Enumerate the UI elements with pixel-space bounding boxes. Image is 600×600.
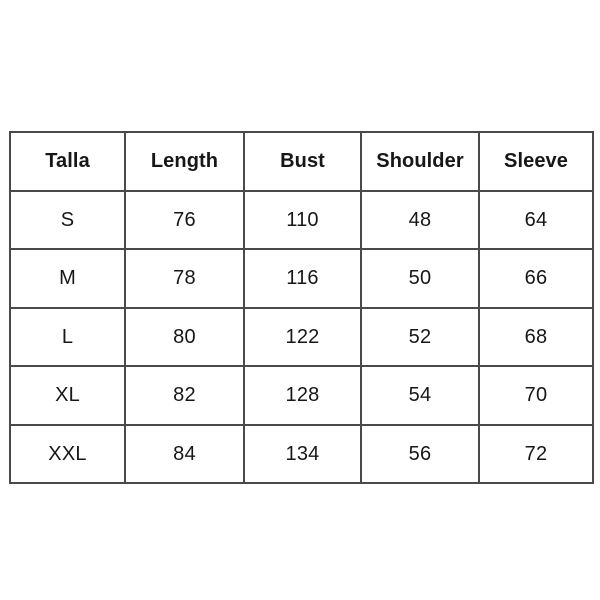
cell-bust: 122 [243, 306, 362, 367]
cell-sleeve: 66 [478, 248, 594, 309]
table-body: S 76 110 48 64 M 78 116 50 66 L 80 122 5… [9, 189, 594, 484]
cell-length: 80 [124, 306, 245, 367]
cell-sleeve: 64 [478, 189, 594, 250]
cell-bust: 110 [243, 189, 362, 250]
cell-length: 82 [124, 365, 245, 426]
cell-shoulder: 52 [360, 306, 480, 367]
column-header-bust: Bust [243, 131, 362, 192]
cell-shoulder: 50 [360, 248, 480, 309]
column-header-shoulder: Shoulder [360, 131, 480, 192]
cell-shoulder: 54 [360, 365, 480, 426]
cell-length: 78 [124, 248, 245, 309]
cell-size: XL [9, 365, 126, 426]
table-row: M 78 116 50 66 [9, 248, 594, 309]
column-header-sleeve: Sleeve [478, 131, 594, 192]
cell-bust: 134 [243, 423, 362, 484]
column-header-talla: Talla [9, 131, 126, 192]
cell-size: XXL [9, 423, 126, 484]
table-row: XL 82 128 54 70 [9, 365, 594, 426]
size-chart-container: Talla Length Bust Shoulder Sleeve S 76 1… [9, 131, 594, 484]
cell-sleeve: 68 [478, 306, 594, 367]
table-row: XXL 84 134 56 72 [9, 423, 594, 484]
table-header: Talla Length Bust Shoulder Sleeve [9, 131, 594, 192]
cell-size: L [9, 306, 126, 367]
cell-shoulder: 56 [360, 423, 480, 484]
cell-sleeve: 72 [478, 423, 594, 484]
screenshot-canvas: Talla Length Bust Shoulder Sleeve S 76 1… [0, 0, 600, 600]
cell-shoulder: 48 [360, 189, 480, 250]
table-row: S 76 110 48 64 [9, 189, 594, 250]
cell-size: M [9, 248, 126, 309]
table-header-row: Talla Length Bust Shoulder Sleeve [9, 131, 594, 192]
cell-sleeve: 70 [478, 365, 594, 426]
cell-length: 84 [124, 423, 245, 484]
garment-size-chart-table: Talla Length Bust Shoulder Sleeve S 76 1… [9, 131, 594, 484]
cell-bust: 128 [243, 365, 362, 426]
column-header-length: Length [124, 131, 245, 192]
cell-size: S [9, 189, 126, 250]
cell-bust: 116 [243, 248, 362, 309]
cell-length: 76 [124, 189, 245, 250]
table-row: L 80 122 52 68 [9, 306, 594, 367]
